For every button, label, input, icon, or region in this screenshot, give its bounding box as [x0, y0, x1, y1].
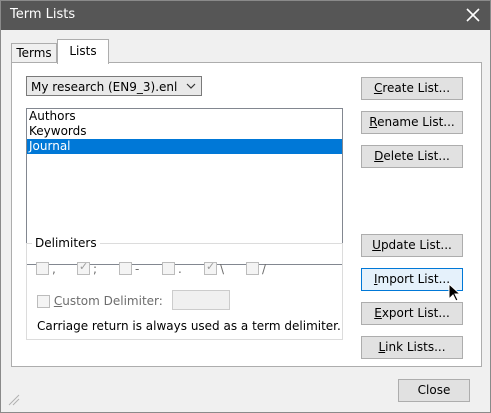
delimiter-symbol: -: [135, 261, 140, 276]
link-lists-label: ink Lists...: [385, 340, 446, 354]
chevron-down-icon: [186, 83, 196, 89]
checkbox-box: [77, 260, 90, 275]
carriage-return-note: Carriage return is always used as a term…: [37, 319, 341, 333]
create-list-button[interactable]: Create List...: [361, 77, 463, 100]
update-list-accel: U: [372, 238, 381, 252]
close-window-icon[interactable]: [462, 4, 484, 26]
list-item-authors[interactable]: Authors: [27, 109, 342, 124]
delimiters-group: Delimiters , ; - . \ / Custom Delimiter:…: [26, 236, 343, 340]
list-item-keywords[interactable]: Keywords: [27, 124, 342, 139]
delimiter-symbol: .: [178, 261, 182, 276]
delimiters-legend: Delimiters: [32, 236, 100, 250]
window-title: Term Lists: [10, 7, 76, 22]
close-button[interactable]: Close: [398, 379, 470, 402]
delimiter-backslash-checkbox[interactable]: \: [204, 260, 225, 276]
list-item-journal[interactable]: Journal: [27, 139, 342, 154]
checkbox-box: [246, 262, 259, 275]
delimiter-comma-checkbox[interactable]: ,: [36, 261, 56, 276]
delimiter-symbol: ,: [52, 261, 56, 276]
checkbox-box: [36, 262, 49, 275]
export-list-label: xport List...: [381, 306, 450, 320]
delimiter-period-checkbox[interactable]: .: [162, 261, 182, 276]
delete-list-label: elete List...: [383, 149, 450, 163]
delimiter-hyphen-checkbox[interactable]: -: [119, 261, 140, 276]
checkbox-box: [204, 260, 217, 275]
export-list-accel: E: [374, 306, 382, 320]
delimiter-semicolon-checkbox[interactable]: ;: [77, 260, 98, 276]
term-lists-dialog: Term Lists Terms Lists My research (EN9_…: [0, 0, 491, 413]
export-list-button[interactable]: Export List...: [361, 302, 463, 325]
library-select[interactable]: My research (EN9_3).enl: [26, 76, 202, 96]
checkbox-box: [37, 295, 50, 308]
mouse-pointer-icon: [448, 283, 462, 302]
checkbox-box: [119, 262, 132, 275]
delimiter-symbol: \: [220, 261, 225, 276]
lists-tab-panel: My research (EN9_3).enl Authors Keywords…: [11, 62, 482, 367]
delimiter-symbol: /: [262, 261, 267, 276]
import-list-label: mport List...: [377, 272, 451, 286]
custom-delimiter-checkbox[interactable]: Custom Delimiter:: [37, 294, 163, 308]
library-select-value: My research (EN9_3).enl: [31, 80, 178, 94]
delete-list-button[interactable]: Delete List...: [361, 145, 463, 168]
title-bar: Term Lists: [1, 1, 490, 30]
delimiter-slash-checkbox[interactable]: /: [246, 261, 267, 276]
custom-delimiter-input[interactable]: [172, 290, 230, 310]
rename-list-button[interactable]: Rename List...: [361, 111, 463, 134]
link-lists-button[interactable]: Link Lists...: [361, 336, 463, 359]
rename-list-accel: R: [369, 115, 378, 129]
checkbox-box: [162, 262, 175, 275]
delimiter-symbol: ;: [93, 261, 98, 276]
update-list-button[interactable]: Update List...: [361, 234, 463, 257]
update-list-label: pdate List...: [380, 238, 452, 252]
resize-grip-icon[interactable]: [7, 393, 21, 407]
create-list-label: reate List...: [382, 81, 451, 95]
custom-delimiter-label: ustom Delimiter:: [62, 294, 163, 308]
tab-lists[interactable]: Lists: [57, 39, 109, 64]
tab-terms[interactable]: Terms: [11, 43, 57, 63]
rename-list-label: ename List...: [377, 115, 455, 129]
custom-delimiter-accel: C: [53, 294, 63, 308]
